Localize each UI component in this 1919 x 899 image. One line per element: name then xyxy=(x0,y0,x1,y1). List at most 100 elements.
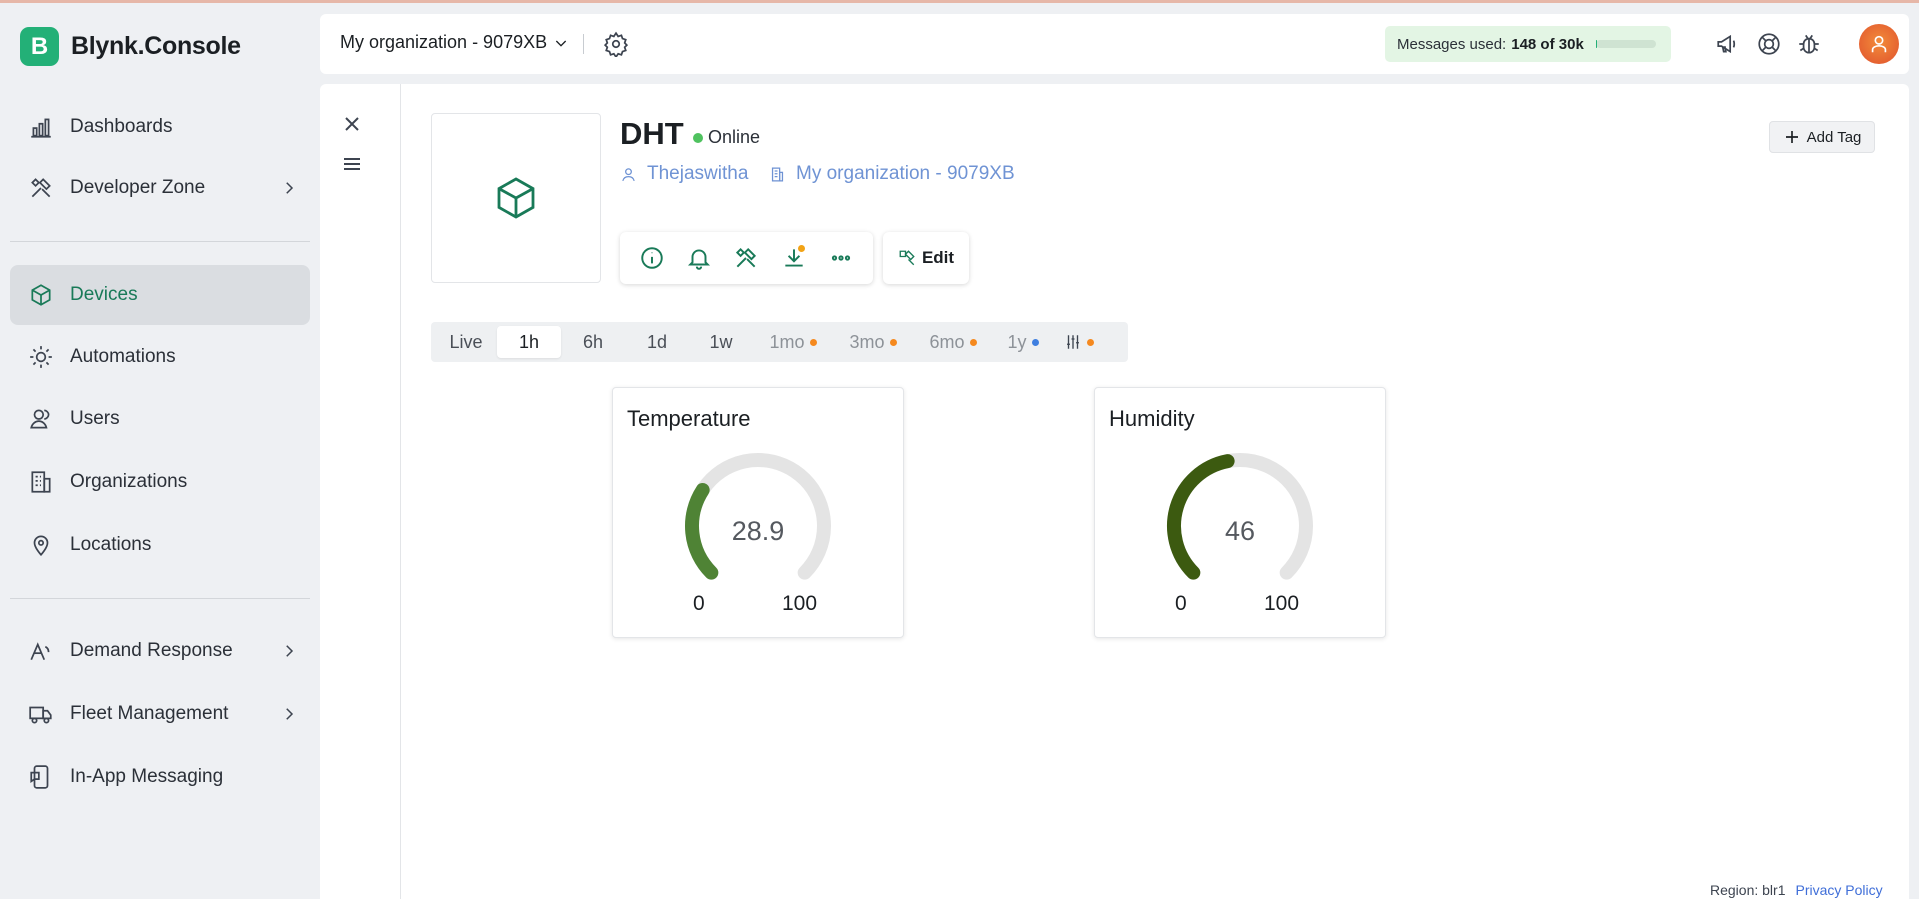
device-panel: DHT Online Thejaswitha My organization -… xyxy=(320,84,1909,899)
range-tab-1mo[interactable]: 1mo xyxy=(753,326,833,358)
download-button[interactable] xyxy=(781,245,807,271)
sidebar-item-label: Locations xyxy=(70,534,152,555)
tools-icon[interactable] xyxy=(733,245,759,271)
premium-dot xyxy=(1031,338,1039,346)
range-tab-label: Live xyxy=(449,331,483,352)
device-name: DHT xyxy=(620,116,684,151)
sidebar: B Blynk.Console Dashboards Developer Zon… xyxy=(0,3,320,899)
range-tab-label: 6h xyxy=(582,331,604,352)
widget-title: Humidity xyxy=(1109,406,1195,431)
sidebar-item-label: In-App Messaging xyxy=(70,766,224,787)
sidebar-divider xyxy=(10,241,310,242)
sidebar-item-in-app-messaging[interactable]: In-App Messaging xyxy=(10,747,310,807)
device-image[interactable] xyxy=(431,113,601,283)
gauge-max: 100 xyxy=(782,592,818,615)
help-lifebuoy-icon[interactable] xyxy=(1756,31,1782,57)
range-tab-1y[interactable]: 1y xyxy=(993,326,1053,358)
range-tab-label: 1mo xyxy=(769,331,805,352)
hamburger-menu-icon[interactable] xyxy=(340,152,364,176)
messages-label: Messages used: xyxy=(1397,35,1507,53)
sidebar-item-developer-zone[interactable]: Developer Zone xyxy=(10,158,310,218)
sidebar-item-label: Devices xyxy=(70,284,138,305)
location-pin-icon xyxy=(33,535,49,557)
user-icon xyxy=(622,167,635,181)
privacy-policy-link[interactable]: Privacy Policy xyxy=(1796,882,1883,898)
top-header: My organization - 9079XB Messages used: … xyxy=(320,14,1909,74)
sidebar-item-locations[interactable]: Locations xyxy=(10,515,310,575)
sidebar-item-dashboards[interactable]: Dashboards xyxy=(10,97,310,157)
sidebar-item-label: Users xyxy=(70,408,120,429)
header-separator xyxy=(583,34,584,54)
organization-link-label: My organization - 9079XB xyxy=(796,163,1015,184)
premium-dot xyxy=(969,338,977,346)
gauge-min: 0 xyxy=(693,592,705,615)
edit-dashboard-button[interactable]: Edit xyxy=(883,232,969,284)
messages-progress-bar xyxy=(1595,40,1656,48)
gauge-value: 46 xyxy=(1224,516,1256,546)
logo-badge: B xyxy=(20,27,59,66)
messages-value: 148 of 30k xyxy=(1511,35,1584,53)
range-tab-6mo[interactable]: 6mo xyxy=(913,326,993,358)
user-avatar[interactable] xyxy=(1859,24,1899,64)
device-owner-link[interactable]: Thejaswitha xyxy=(620,163,748,185)
range-tab-6h[interactable]: 6h xyxy=(561,326,625,358)
sidebar-divider xyxy=(10,598,310,599)
cube-icon xyxy=(31,284,51,306)
app-logo[interactable]: B Blynk.Console xyxy=(20,27,241,66)
chevron-right-icon xyxy=(286,182,294,194)
panel-rail-divider xyxy=(400,84,401,899)
sidebar-item-label: Dashboards xyxy=(70,116,173,137)
organization-selector[interactable]: My organization - 9079XB xyxy=(340,32,569,53)
edit-label: Edit xyxy=(921,248,955,267)
sidebar-item-label: Demand Response xyxy=(70,640,233,661)
truck-icon xyxy=(29,706,52,724)
building-icon xyxy=(31,471,51,493)
temperature-gauge-widget[interactable]: Temperature 28.9 0 100 xyxy=(612,387,904,638)
sidebar-item-label: Automations xyxy=(70,346,176,367)
gauge-min: 0 xyxy=(1175,592,1187,615)
more-dots-icon[interactable] xyxy=(828,245,854,271)
notification-badge xyxy=(797,245,805,252)
custom-range-button[interactable] xyxy=(1053,326,1105,358)
owner-name: Thejaswitha xyxy=(647,163,749,184)
range-tab-label: 1h xyxy=(518,331,540,352)
device-organization-link[interactable]: My organization - 9079XB xyxy=(769,163,1015,185)
range-tab-label: 6mo xyxy=(929,331,965,352)
sidebar-item-fleet-management[interactable]: Fleet Management xyxy=(10,684,310,744)
add-tag-button[interactable]: Add Tag xyxy=(1769,121,1875,153)
sidebar-item-label: Fleet Management xyxy=(70,703,229,724)
premium-dot xyxy=(1087,338,1094,346)
bell-icon[interactable] xyxy=(686,245,712,271)
sidebar-item-automations[interactable]: Automations xyxy=(10,327,310,387)
bug-icon[interactable] xyxy=(1796,31,1822,57)
premium-dot xyxy=(809,338,817,346)
sidebar-item-demand-response[interactable]: Demand Response xyxy=(10,621,310,681)
humidity-gauge-widget[interactable]: Humidity 46 0 100 xyxy=(1094,387,1386,638)
range-tab-label: 1y xyxy=(1007,331,1027,352)
tools-icon xyxy=(31,178,51,198)
range-tab-label: 3mo xyxy=(849,331,885,352)
edit-dashboard-icon xyxy=(899,250,915,266)
premium-dot xyxy=(889,338,897,346)
range-tab-3mo[interactable]: 3mo xyxy=(833,326,913,358)
user-avatar-icon xyxy=(1871,35,1887,53)
cube-icon xyxy=(497,177,535,219)
gear-icon[interactable] xyxy=(603,31,629,57)
sidebar-item-users[interactable]: Users xyxy=(10,389,310,449)
chevron-down-icon xyxy=(555,40,567,47)
range-tab-live[interactable]: Live xyxy=(435,326,497,358)
range-tab-1w[interactable]: 1w xyxy=(689,326,753,358)
info-icon[interactable] xyxy=(639,245,665,271)
megaphone-icon[interactable] xyxy=(1715,31,1741,57)
organization-name: My organization - 9079XB xyxy=(340,32,548,52)
range-tab-1h[interactable]: 1h xyxy=(497,326,561,358)
gauge-value: 28.9 xyxy=(731,516,785,546)
close-icon[interactable] xyxy=(340,112,364,136)
device-actions-toolbar xyxy=(620,232,873,284)
sidebar-item-organizations[interactable]: Organizations xyxy=(10,452,310,512)
sidebar-item-label: Developer Zone xyxy=(70,177,206,198)
range-tab-1d[interactable]: 1d xyxy=(625,326,689,358)
chart-bar-icon xyxy=(31,118,51,138)
sidebar-item-devices[interactable]: Devices xyxy=(10,265,310,325)
sidebar-item-label: Organizations xyxy=(70,471,188,492)
